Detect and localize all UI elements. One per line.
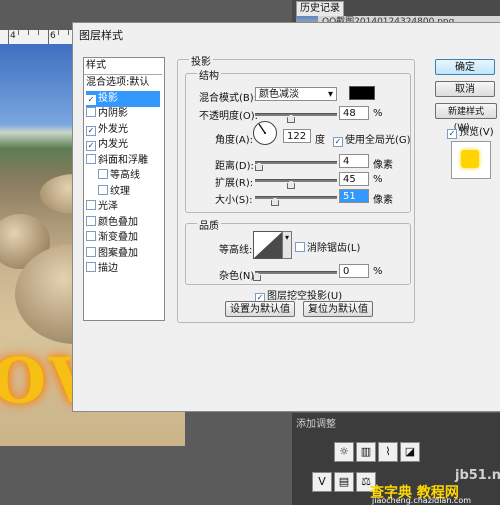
angle-input[interactable]: 122 <box>283 129 311 143</box>
checkbox[interactable]: ✓ <box>86 125 96 136</box>
levels-icon[interactable]: ▥ <box>356 442 376 462</box>
style-list-item[interactable]: 图案叠加 <box>86 246 138 262</box>
style-list-item[interactable]: 斜面和浮雕 <box>86 153 148 169</box>
blend-mode-label: 混合模式(B): <box>199 93 258 104</box>
noise-label: 杂色(N): <box>219 271 258 282</box>
watermark-url: jiaocheng.chazidian.com <box>372 496 472 505</box>
style-list-item[interactable]: ✓ 内发光 <box>86 137 128 153</box>
watermark-site: jb51.net <box>455 468 500 483</box>
horizontal-ruler: 4 6 <box>0 30 80 45</box>
style-preview <box>451 141 491 179</box>
size-input[interactable]: 51 <box>339 189 369 203</box>
checkbox: ✓ <box>333 137 343 147</box>
style-list-item[interactable]: 混合选项:默认 <box>86 75 149 91</box>
new-style-button[interactable]: 新建样式(W)... <box>435 103 497 133</box>
ok-button[interactable]: 确定 <box>435 59 495 75</box>
distance-unit: 像素 <box>373 160 393 171</box>
size-label: 大小(S): <box>215 195 253 206</box>
spread-unit: % <box>373 174 383 185</box>
checkbox[interactable]: ✓ <box>86 141 96 151</box>
preview-swatch <box>461 150 479 168</box>
section-title: 投影 <box>189 53 213 68</box>
brightness-icon[interactable]: ☼ <box>334 442 354 462</box>
checkbox[interactable] <box>86 231 96 241</box>
hue-icon[interactable]: ▤ <box>334 472 354 492</box>
contour-curve-icon <box>254 232 282 258</box>
adjustments-title: 添加调整 <box>296 419 336 430</box>
checkbox[interactable] <box>98 184 108 195</box>
set-default-button[interactable]: 设置为默认值 <box>225 301 295 317</box>
size-slider[interactable] <box>255 196 337 199</box>
checkbox[interactable] <box>86 246 96 257</box>
angle-label: 角度(A): <box>215 135 254 146</box>
chevron-down-icon: ▾ <box>327 89 333 100</box>
size-unit: 像素 <box>373 195 393 206</box>
ruler-label: 6 <box>50 31 56 41</box>
curves-icon[interactable]: ⌇ <box>378 442 398 462</box>
contour-picker[interactable] <box>253 231 283 259</box>
spread-slider[interactable] <box>255 179 337 182</box>
checkbox <box>295 242 305 252</box>
style-list-item[interactable]: 内阴影 <box>86 106 128 122</box>
noise-input[interactable]: 0 <box>339 264 369 278</box>
spread-label: 扩展(R): <box>215 178 254 189</box>
style-list-header: 样式 <box>84 58 162 75</box>
spread-input[interactable]: 45 <box>339 172 369 186</box>
tab-history[interactable]: 历史记录 <box>296 1 344 17</box>
checkbox[interactable]: ✓ <box>86 94 96 105</box>
structure-title: 结构 <box>197 67 221 82</box>
global-light-checkbox[interactable]: ✓ 使用全局光(G) <box>333 131 411 147</box>
checkbox: ✓ <box>447 129 457 139</box>
style-list-item[interactable]: 描边 <box>86 261 118 277</box>
style-list-item[interactable]: 渐变叠加 <box>86 230 138 246</box>
opacity-unit: % <box>373 108 383 119</box>
distance-slider[interactable] <box>255 161 337 164</box>
style-list-item[interactable]: 颜色叠加 <box>86 215 138 231</box>
opacity-label: 不透明度(O): <box>199 111 259 122</box>
checkbox[interactable] <box>86 215 96 226</box>
checkbox[interactable] <box>86 153 96 164</box>
ruler-label: 4 <box>10 31 16 41</box>
style-list-item[interactable]: ✓ 投影 <box>86 90 160 107</box>
checkbox[interactable] <box>86 107 96 117</box>
style-list-item[interactable]: ✓ 外发光 <box>86 122 128 138</box>
angle-dial[interactable] <box>253 121 277 145</box>
vibrance-icon[interactable]: V <box>312 472 332 492</box>
exposure-icon[interactable]: ◪ <box>400 442 420 462</box>
distance-input[interactable]: 4 <box>339 154 369 168</box>
style-list-item[interactable]: 纹理 <box>98 184 130 200</box>
noise-slider[interactable] <box>255 271 337 274</box>
shadow-color-swatch[interactable] <box>349 86 375 100</box>
opacity-input[interactable]: 48 <box>339 106 369 120</box>
style-list-item[interactable]: 光泽 <box>86 199 118 215</box>
style-list-item[interactable]: 等高线 <box>98 168 140 184</box>
contour-dropdown-icon[interactable]: ▾ <box>282 231 292 259</box>
checkbox[interactable] <box>98 169 108 179</box>
angle-indicator-icon <box>258 123 266 134</box>
noise-unit: % <box>373 266 383 277</box>
angle-unit: 度 <box>315 135 325 146</box>
distance-label: 距离(D): <box>215 161 254 172</box>
quality-title: 品质 <box>197 217 221 232</box>
blend-mode-select[interactable]: 颜色减淡 ▾ <box>255 87 337 101</box>
checkbox[interactable] <box>86 262 96 272</box>
contour-label: 等高线: <box>219 245 253 256</box>
antialias-checkbox[interactable]: 消除锯齿(L) <box>295 239 360 254</box>
checkbox[interactable] <box>86 200 96 210</box>
dialog-title: 图层样式 <box>79 29 123 42</box>
style-list: 样式 混合选项:默认 ✓ 投影 内阴影 ✓ 外发光 ✓ 内发光 斜面和浮雕 等高线 纹理 光泽 颜色叠加… <box>83 57 165 321</box>
reset-default-button[interactable]: 复位为默认值 <box>303 301 373 317</box>
opacity-slider[interactable] <box>255 113 337 116</box>
preview-checkbox[interactable]: ✓ 预览(V) <box>447 123 494 139</box>
layer-style-dialog: 图层样式 样式 混合选项:默认 ✓ 投影 内阴影 ✓ 外发光 ✓ 内发光 斜面和浮雕 等高线 纹理光… <box>72 22 500 412</box>
cancel-button[interactable]: 取消 <box>435 81 495 97</box>
